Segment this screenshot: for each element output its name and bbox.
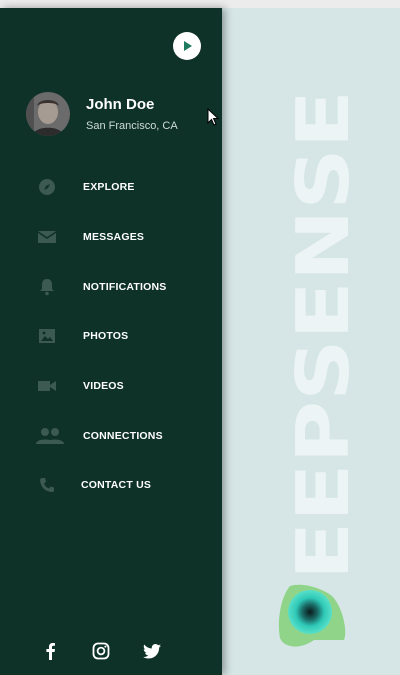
nav-item-explore[interactable]: EXPLORE: [0, 170, 222, 204]
phone-icon: [36, 475, 58, 495]
brand-orb-icon: [288, 590, 332, 634]
nav-item-label: CONNECTIONS: [83, 430, 163, 442]
nav-item-notifications[interactable]: NOTIFICATIONS: [0, 270, 222, 304]
nav-item-contact-us[interactable]: CONTACT US: [0, 468, 222, 502]
nav-item-videos[interactable]: VIDEOS: [0, 369, 222, 403]
play-button[interactable]: [173, 32, 201, 60]
mouse-cursor-icon: [207, 108, 219, 126]
sidebar-drawer: John Doe San Francisco, CA EXPLORE MESSA…: [0, 8, 222, 675]
main-content: EEPSENSE: [222, 8, 400, 675]
avatar-image: [26, 92, 70, 136]
image-icon: [36, 326, 58, 346]
bell-icon: [36, 277, 58, 297]
video-camera-icon: [36, 376, 58, 396]
nav-item-label: EXPLORE: [83, 181, 135, 193]
profile-name: John Doe: [86, 96, 155, 113]
nav-item-label: PHOTOS: [83, 330, 129, 342]
nav-item-label: CONTACT US: [81, 479, 152, 491]
nav-item-label: MESSAGES: [83, 231, 145, 243]
twitter-link[interactable]: [141, 640, 163, 662]
play-icon: [184, 41, 192, 51]
people-icon: [35, 426, 65, 446]
nav-item-label: NOTIFICATIONS: [83, 281, 167, 293]
nav-item-photos[interactable]: PHOTOS: [0, 319, 222, 353]
envelope-icon: [36, 227, 58, 247]
brand-logo: EEPSENSE: [278, 90, 365, 647]
facebook-link[interactable]: [39, 640, 61, 662]
nav-item-connections[interactable]: CONNECTIONS: [0, 419, 222, 453]
compass-icon: [36, 177, 58, 197]
instagram-link[interactable]: [90, 640, 112, 662]
profile-location: San Francisco, CA: [86, 120, 178, 132]
instagram-icon: [92, 642, 110, 660]
nav-item-messages[interactable]: MESSAGES: [0, 220, 222, 254]
brand-text: EEPSENSE: [281, 90, 365, 580]
twitter-icon: [143, 643, 161, 659]
nav-item-label: VIDEOS: [83, 380, 124, 392]
avatar[interactable]: [26, 92, 70, 136]
facebook-icon: [46, 643, 55, 660]
top-strip: [0, 0, 400, 8]
